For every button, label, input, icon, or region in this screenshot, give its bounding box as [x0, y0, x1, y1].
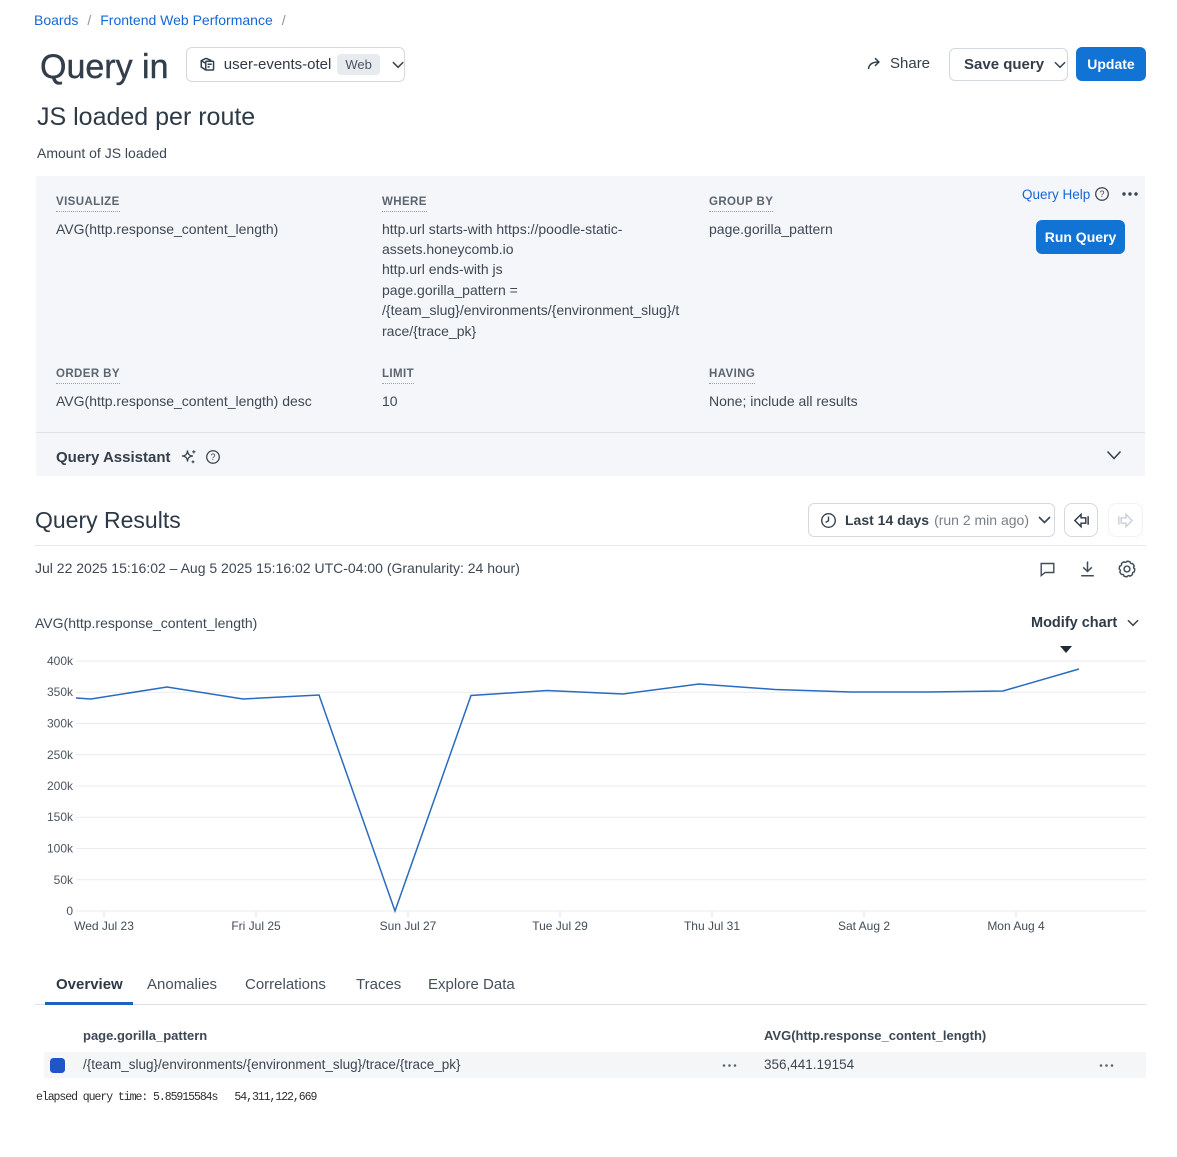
svg-text:Mon Aug 4: Mon Aug 4	[987, 919, 1045, 933]
svg-text:150k: 150k	[47, 810, 74, 824]
svg-text:Wed Jul 23: Wed Jul 23	[74, 919, 134, 933]
svg-text:200k: 200k	[47, 779, 74, 793]
svg-text:300k: 300k	[47, 717, 74, 731]
svg-text:50k: 50k	[54, 873, 74, 887]
svg-text:?: ?	[1100, 189, 1105, 199]
svg-text:250k: 250k	[47, 748, 74, 762]
svg-text:400k: 400k	[47, 654, 74, 668]
svg-text:Sun Jul 27: Sun Jul 27	[380, 919, 437, 933]
svg-text:?: ?	[210, 452, 215, 462]
svg-text:350k: 350k	[47, 685, 74, 699]
svg-text:0: 0	[66, 904, 73, 918]
svg-text:Thu Jul 31: Thu Jul 31	[684, 919, 740, 933]
svg-text:Sat Aug 2: Sat Aug 2	[838, 919, 890, 933]
svg-text:100k: 100k	[47, 842, 74, 856]
svg-text:Fri Jul 25: Fri Jul 25	[231, 919, 281, 933]
svg-text:Tue Jul 29: Tue Jul 29	[532, 919, 588, 933]
